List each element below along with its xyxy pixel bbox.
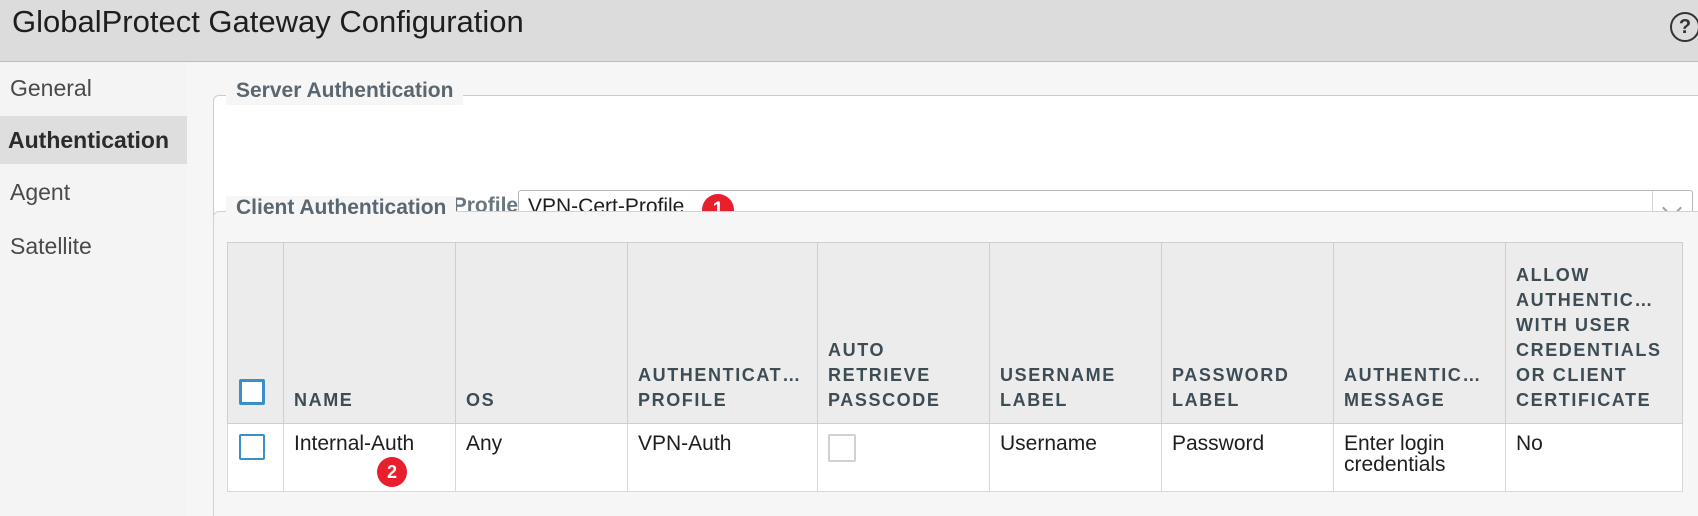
help-icon[interactable]: ? [1670, 12, 1698, 42]
row-checkbox[interactable] [239, 434, 265, 460]
row-select-cell [227, 423, 284, 492]
cell-os: Any [455, 423, 628, 492]
column-header-os[interactable]: OS [455, 242, 628, 424]
column-header-password-label[interactable]: PASSWORD LABEL [1161, 242, 1334, 424]
select-all-checkbox[interactable] [239, 379, 265, 405]
window-title: GlobalProtect Gateway Configuration [12, 4, 524, 39]
main-panel: Server Authentication SSL/TLS Service Pr… [187, 62, 1698, 516]
cell-password-label: Password [1161, 423, 1334, 492]
column-header-name[interactable]: NAME [283, 242, 456, 424]
column-header-auto-retrieve-passcode[interactable]: AUTO RETRIEVE PASSCODE [817, 242, 990, 424]
sidebar-item-general[interactable]: General [0, 64, 187, 112]
column-header-allow-auth[interactable]: ALLOW AUTHENTIC… WITH USER CREDENTIALS O… [1505, 242, 1683, 424]
window-titlebar: GlobalProtect Gateway Configuration ? [0, 0, 1698, 62]
cell-name: Internal-Auth 2 [283, 423, 456, 492]
sidebar-item-authentication[interactable]: Authentication [0, 116, 187, 164]
cell-auto-retrieve [817, 423, 990, 492]
table-row[interactable]: Internal-Auth 2 Any VPN-Auth Username Pa… [227, 423, 1683, 492]
column-header-auth-message[interactable]: AUTHENTIC… MESSAGE [1333, 242, 1506, 424]
cell-auth-profile: VPN-Auth [627, 423, 818, 492]
server-authentication-legend: Server Authentication [226, 79, 464, 105]
client-auth-table: NAME OS AUTHENTICAT… PROFILE AUTO RETRIE… [227, 242, 1683, 492]
sidebar-nav: General Authentication Agent Satellite [0, 62, 187, 516]
sidebar-item-satellite[interactable]: Satellite [0, 222, 187, 270]
cell-allow-auth: No [1505, 423, 1683, 492]
select-all-header [227, 242, 284, 424]
cell-auth-message: Enter login credentials [1333, 423, 1506, 492]
sidebar-item-agent[interactable]: Agent [0, 168, 187, 216]
row-name[interactable]: Internal-Auth [294, 432, 414, 455]
column-header-auth-profile[interactable]: AUTHENTICAT… PROFILE [627, 242, 818, 424]
annotation-badge-2: 2 [377, 457, 407, 487]
table-header-row: NAME OS AUTHENTICAT… PROFILE AUTO RETRIE… [227, 242, 1683, 424]
auto-retrieve-checkbox [828, 434, 856, 462]
client-authentication-legend: Client Authentication [226, 196, 457, 222]
cell-username-label: Username [989, 423, 1162, 492]
column-header-username-label[interactable]: USERNAME LABEL [989, 242, 1162, 424]
